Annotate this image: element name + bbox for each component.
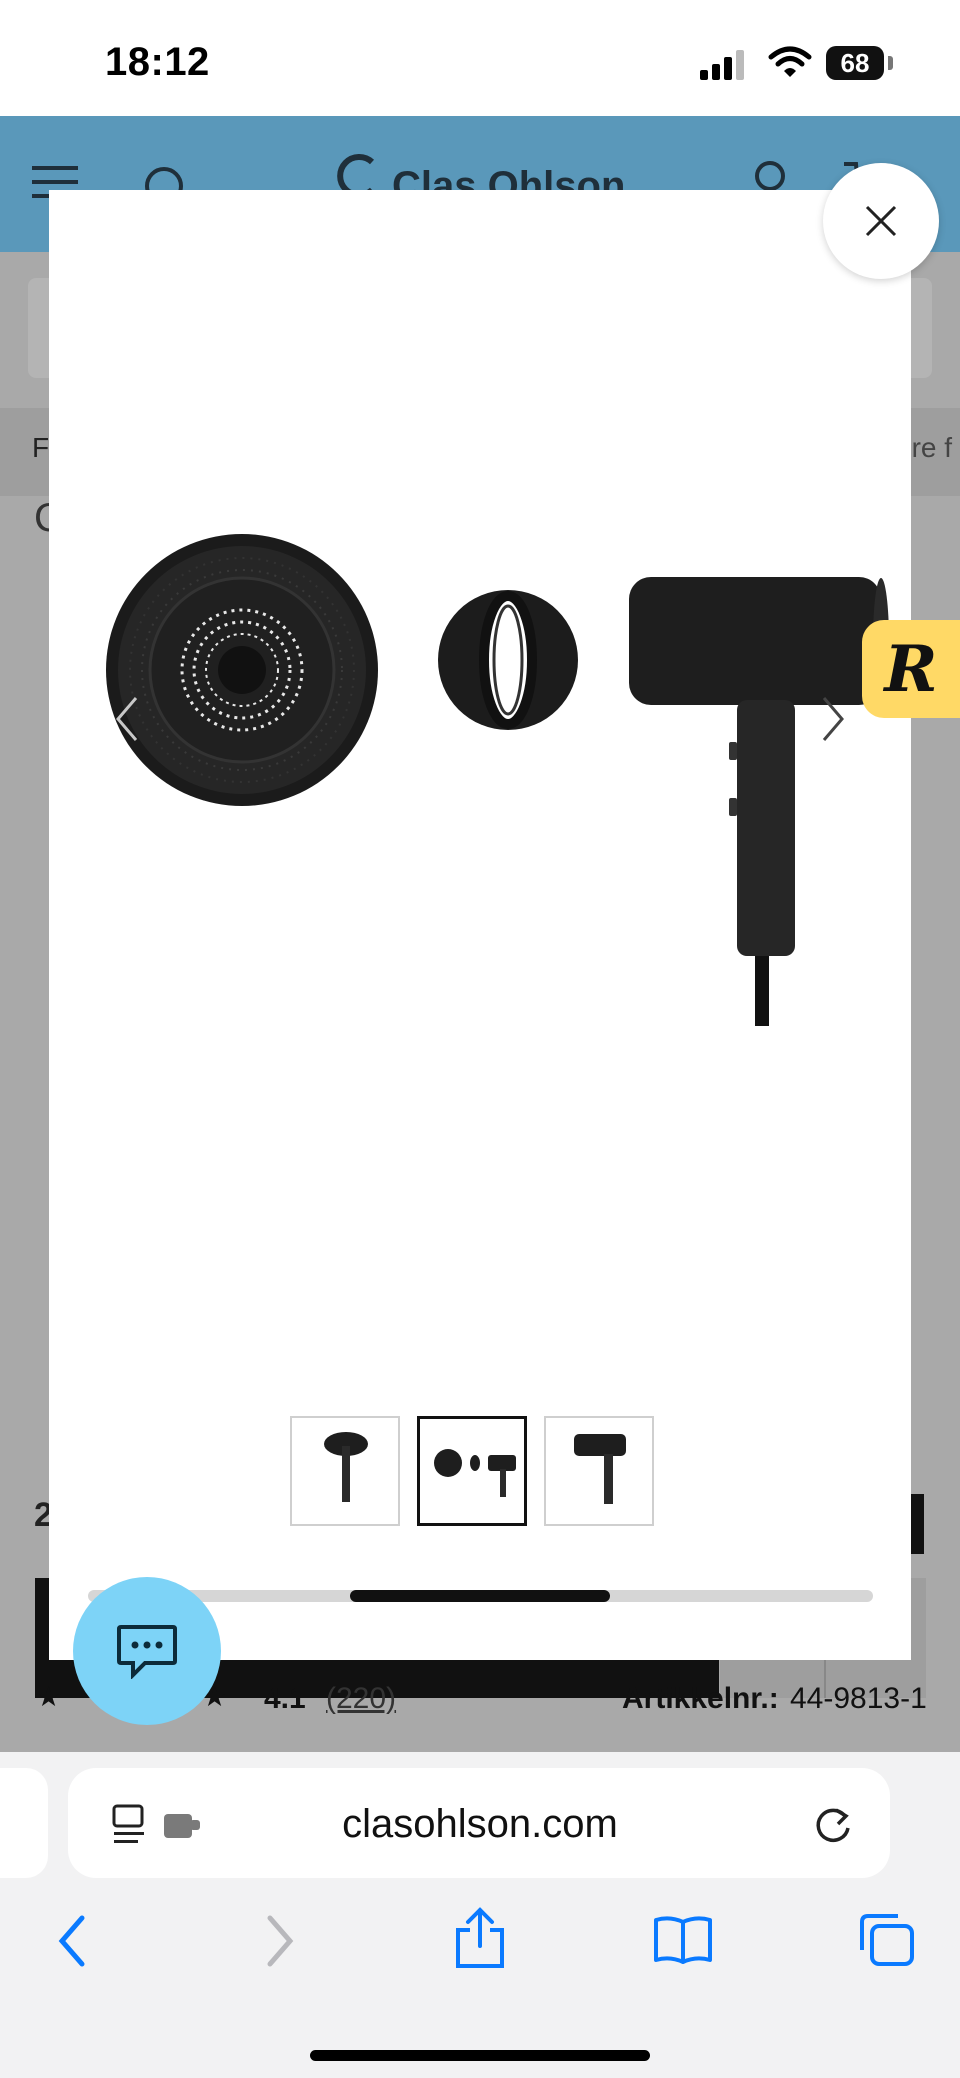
wifi-icon xyxy=(768,46,812,77)
gallery-thumbnail-3[interactable] xyxy=(544,1416,654,1526)
reload-icon[interactable] xyxy=(814,1802,854,1846)
product-main-image xyxy=(106,534,889,1026)
bookmarks-icon[interactable] xyxy=(652,1914,714,1964)
gallery-thumbnail-1[interactable] xyxy=(290,1416,400,1526)
gallery-next-icon[interactable] xyxy=(818,694,848,744)
back-icon[interactable] xyxy=(54,1914,90,1968)
forward-icon[interactable] xyxy=(262,1914,298,1968)
hair-dryer-side-thumbnail xyxy=(574,1434,626,1504)
chat-button[interactable] xyxy=(73,1577,221,1725)
battery-indicator: 68 xyxy=(826,46,884,80)
status-time: 18:12 xyxy=(105,40,210,84)
previous-tab-preview[interactable] xyxy=(0,1768,48,1878)
hair-dryer-thumbnail xyxy=(324,1432,368,1502)
address-bar-url[interactable]: clasohlson.com xyxy=(300,1802,660,1847)
gallery-scroll-thumb[interactable] xyxy=(350,1590,610,1602)
page-menu-icon[interactable] xyxy=(112,1804,206,1844)
gallery-thumbnail-2[interactable] xyxy=(417,1416,527,1526)
tabs-icon[interactable] xyxy=(858,1912,916,1968)
chat-bubble-icon xyxy=(117,1625,177,1679)
gallery-prev-icon[interactable] xyxy=(112,694,142,744)
accessories-thumbnail xyxy=(434,1449,516,1497)
r-badge-button[interactable]: R xyxy=(862,620,960,718)
close-gallery-button[interactable] xyxy=(823,163,939,279)
share-icon[interactable] xyxy=(454,1906,506,1970)
home-indicator xyxy=(310,2050,650,2061)
close-icon xyxy=(865,205,897,237)
cellular-signal-icon xyxy=(700,50,744,80)
battery-nub xyxy=(888,56,893,70)
